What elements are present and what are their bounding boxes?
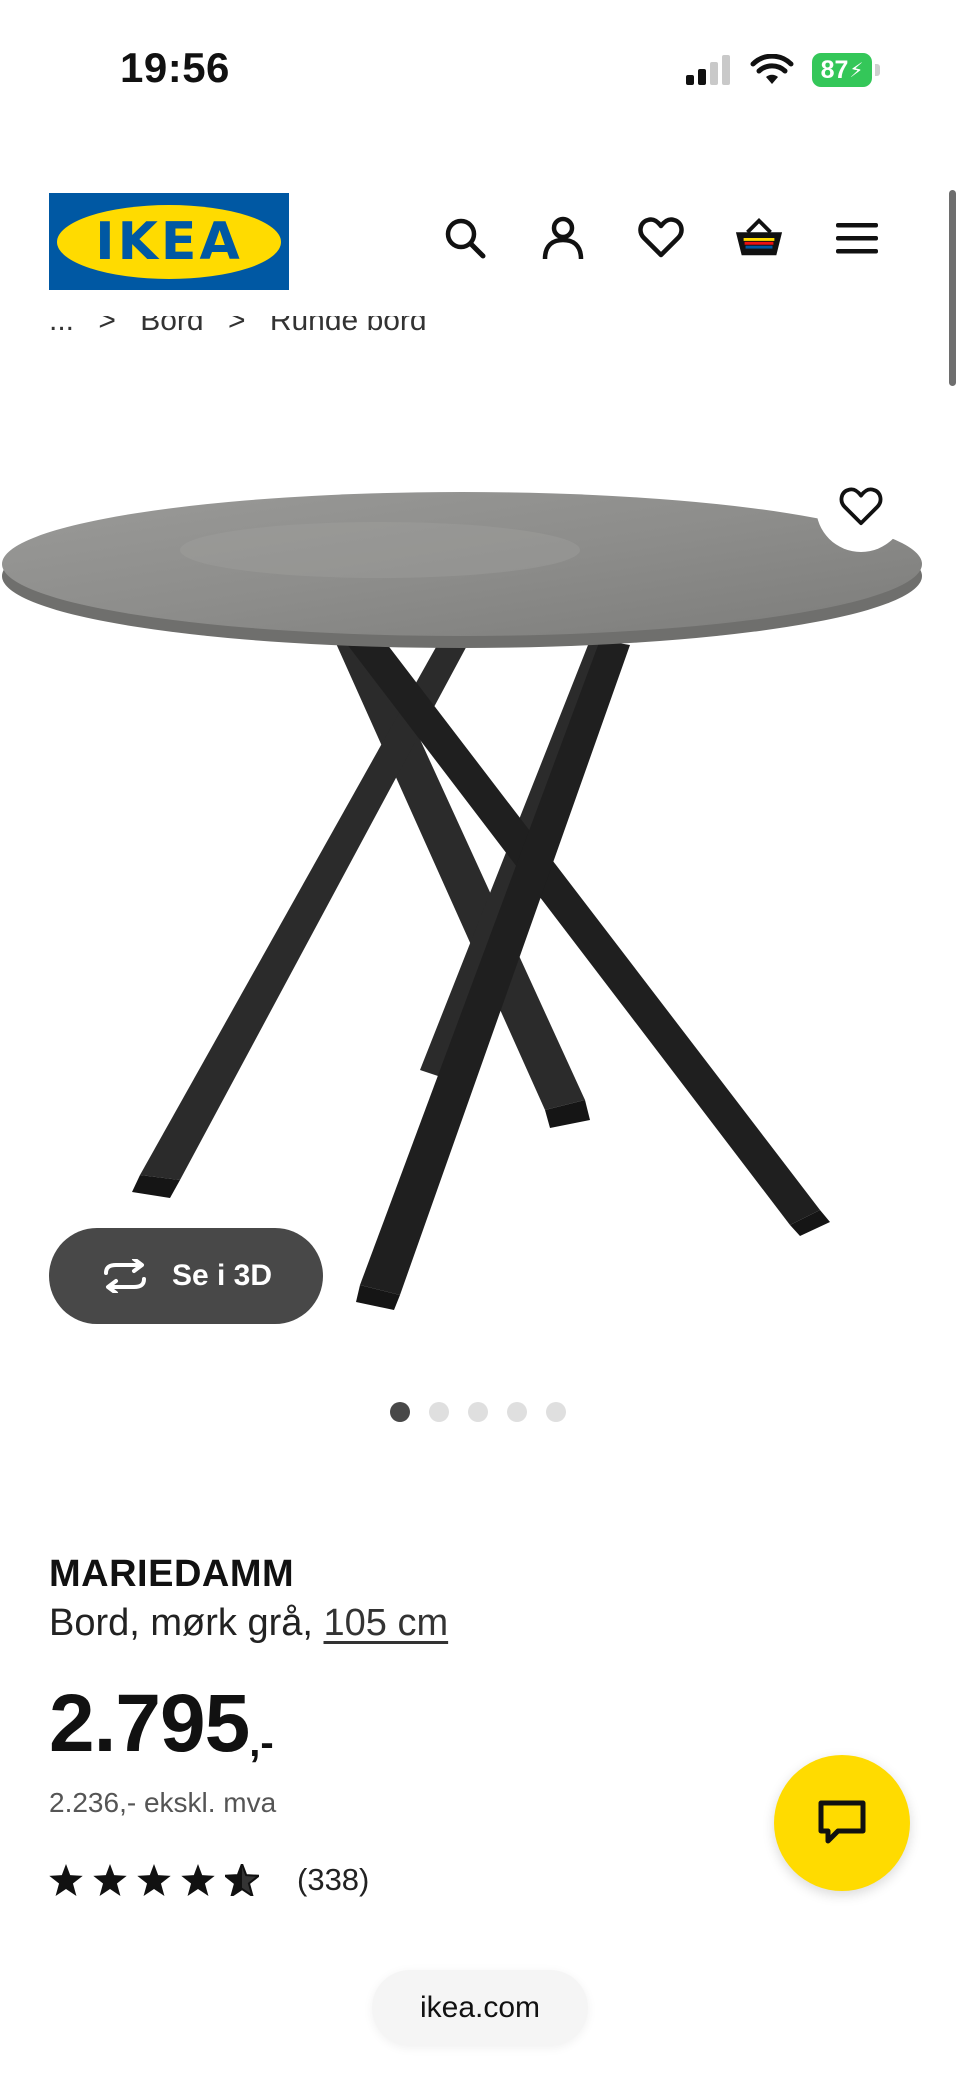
size-link[interactable]: 105 cm bbox=[324, 1602, 449, 1644]
add-to-favorites-button[interactable] bbox=[816, 462, 906, 552]
price-suffix: ,- bbox=[249, 1721, 274, 1765]
status-time: 19:56 bbox=[120, 44, 230, 91]
star-half-icon bbox=[225, 1864, 259, 1896]
wifi-icon bbox=[750, 54, 794, 84]
product-image[interactable] bbox=[0, 380, 960, 1350]
product-description-text: Bord, mørk grå, bbox=[49, 1602, 324, 1644]
header-nav bbox=[440, 212, 882, 264]
rotate-3d-icon bbox=[103, 1259, 146, 1293]
star-full-icon bbox=[93, 1864, 127, 1896]
price-value: 2.795 bbox=[49, 1678, 250, 1769]
product-description: Bord, mørk grå, 105 cm bbox=[49, 1602, 448, 1645]
browser-url-bar[interactable]: ikea.com bbox=[372, 1970, 588, 2046]
rating-stars bbox=[49, 1864, 259, 1896]
chat-button[interactable] bbox=[774, 1755, 910, 1891]
breadcrumb-separator: > bbox=[98, 316, 116, 337]
star-full-icon bbox=[181, 1864, 215, 1896]
breadcrumb-item[interactable]: Bord bbox=[140, 316, 203, 337]
breadcrumb-item[interactable]: ... bbox=[49, 316, 74, 337]
chat-bubble-icon bbox=[818, 1800, 866, 1844]
review-count: (338) bbox=[297, 1862, 370, 1897]
view-in-3d-button[interactable]: Se i 3D bbox=[49, 1228, 323, 1324]
menu-icon[interactable] bbox=[832, 212, 882, 264]
star-full-icon bbox=[49, 1864, 83, 1896]
star-full-icon bbox=[137, 1864, 171, 1896]
gallery-dot[interactable] bbox=[546, 1402, 566, 1422]
price-excl-vat: 2.236,- ekskl. mva bbox=[49, 1787, 277, 1818]
breadcrumb-item[interactable]: Runde bord bbox=[270, 316, 427, 337]
battery-tip bbox=[875, 64, 880, 76]
product-name: MARIEDAMM bbox=[49, 1553, 295, 1595]
account-icon[interactable] bbox=[538, 212, 588, 264]
battery-level: 87 ⚡ bbox=[812, 53, 872, 87]
battery-indicator: 87 ⚡ bbox=[812, 53, 880, 87]
gallery-dot[interactable] bbox=[507, 1402, 527, 1422]
gallery-dot[interactable] bbox=[390, 1402, 410, 1422]
logo-oval: IKEA bbox=[57, 204, 281, 279]
gallery-pagination bbox=[390, 1402, 566, 1422]
breadcrumb: ... > Bord > Runde bord bbox=[49, 316, 427, 344]
page-scrollbar[interactable] bbox=[949, 190, 956, 386]
price: 2.795 ,- bbox=[49, 1683, 274, 1766]
status-icons: 87 ⚡ bbox=[686, 52, 880, 88]
charging-bolt-icon: ⚡ bbox=[849, 59, 864, 82]
battery-percent: 87 bbox=[820, 55, 849, 84]
logo-text: IKEA bbox=[95, 211, 243, 272]
gallery-dot[interactable] bbox=[468, 1402, 488, 1422]
favorites-heart-icon[interactable] bbox=[636, 212, 686, 264]
url-text: ikea.com bbox=[419, 1991, 541, 2024]
breadcrumb-separator: > bbox=[227, 316, 246, 337]
product-rating[interactable]: (338) bbox=[49, 1862, 369, 1898]
heart-icon bbox=[839, 487, 883, 526]
basket-icon[interactable] bbox=[734, 212, 784, 264]
signal-icon bbox=[686, 55, 730, 85]
search-icon[interactable] bbox=[440, 212, 490, 264]
view-in-3d-label: Se i 3D bbox=[171, 1259, 273, 1292]
gallery-dot[interactable] bbox=[429, 1402, 449, 1422]
ikea-logo[interactable]: IKEA bbox=[49, 193, 289, 290]
